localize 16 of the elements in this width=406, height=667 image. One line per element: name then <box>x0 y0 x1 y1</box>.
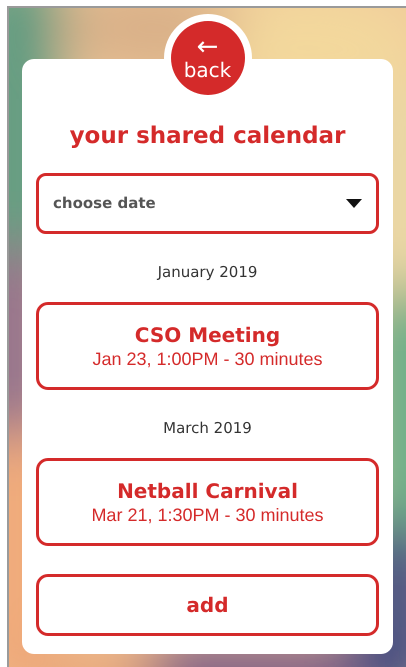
event-details: Jan 23, 1:00PM - 30 minutes <box>92 348 323 370</box>
page-title: your shared calendar <box>70 122 346 151</box>
dropdown-caret-icon <box>346 198 362 208</box>
date-dropdown[interactable]: choose date <box>36 173 379 234</box>
month-heading: March 2019 <box>163 418 252 438</box>
event-card[interactable]: CSO Meeting Jan 23, 1:00PM - 30 minutes <box>36 302 379 390</box>
add-button[interactable]: add <box>36 574 379 636</box>
event-card[interactable]: Netball Carnival Mar 21, 1:30PM - 30 minutes <box>36 458 379 546</box>
back-arrow-icon: ← <box>196 36 218 58</box>
month-heading: January 2019 <box>158 262 258 282</box>
back-button[interactable]: ← back <box>170 21 244 95</box>
event-title: CSO Meeting <box>134 322 280 348</box>
event-details: Mar 21, 1:30PM - 30 minutes <box>91 504 324 526</box>
back-label: back <box>184 60 232 80</box>
dropdown-placeholder: choose date <box>53 193 156 214</box>
event-title: Netball Carnival <box>117 478 298 504</box>
